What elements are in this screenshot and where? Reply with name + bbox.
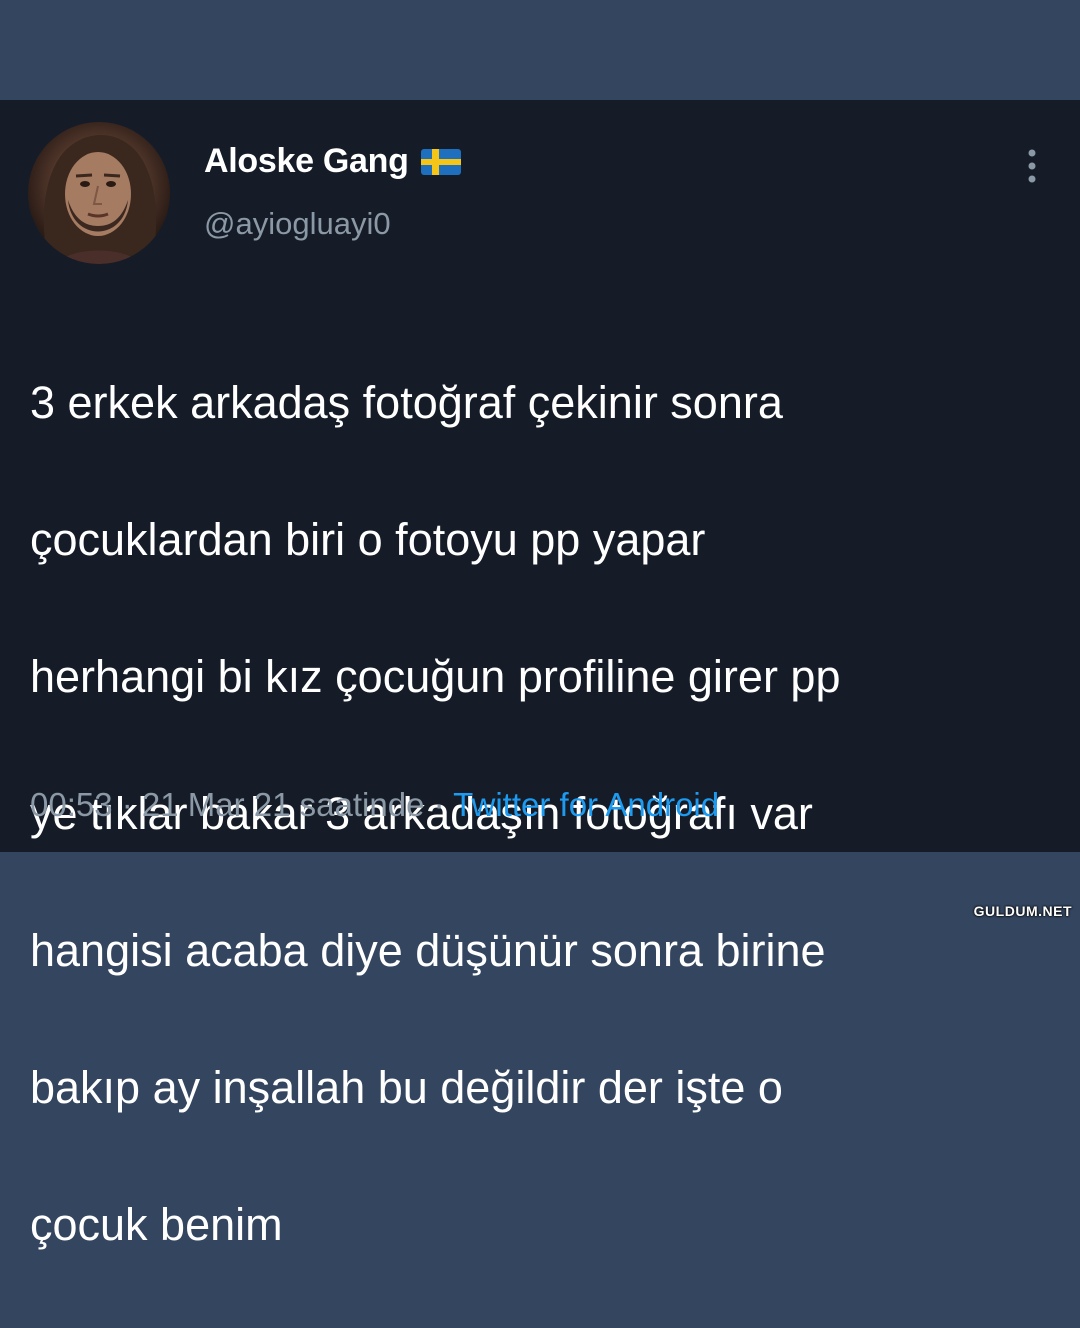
watermark: GULDUM.NET xyxy=(973,903,1072,919)
avatar-image xyxy=(43,135,157,264)
tweet-time[interactable]: 00:53 xyxy=(30,786,113,823)
tweet-text-line: bakıp ay inşallah bu değildir der işte o xyxy=(30,1061,783,1113)
bottom-background-band xyxy=(0,852,1080,922)
meta-separator: · xyxy=(424,786,454,823)
tweet-text-line: hangisi acaba diye düşünür sonra birine xyxy=(30,924,826,976)
sweden-flag-icon xyxy=(420,148,461,175)
more-options-icon[interactable] xyxy=(1018,144,1046,188)
tweet-text-line: herhangi bi kız çocuğun profiline girer … xyxy=(30,650,841,702)
tweet-card: Aloske Gang @ayiogluayi0 3 erkek arkadaş… xyxy=(0,100,1080,1250)
avatar[interactable] xyxy=(28,122,170,264)
tweet-date[interactable]: 21 Mar 21 saatinde xyxy=(142,786,425,823)
tweet-source-link[interactable]: Twitter for Android xyxy=(453,786,719,823)
author-handle[interactable]: @ayiogluayi0 xyxy=(204,206,391,242)
author-display-name[interactable]: Aloske Gang xyxy=(204,142,409,181)
tweet-text-line: çocuk benim xyxy=(30,1198,283,1250)
tweet-meta: 00:53 · 21 Mar 21 saatinde · Twitter for… xyxy=(30,786,719,824)
author-name-row: Aloske Gang xyxy=(204,142,461,181)
tweet-text-line: çocuklardan biri o fotoyu pp yapar xyxy=(30,513,706,565)
tweet-text-line: 3 erkek arkadaş fotoğraf çekinir sonra xyxy=(30,376,783,428)
meta-separator: · xyxy=(112,786,142,823)
top-background-band xyxy=(0,0,1080,100)
